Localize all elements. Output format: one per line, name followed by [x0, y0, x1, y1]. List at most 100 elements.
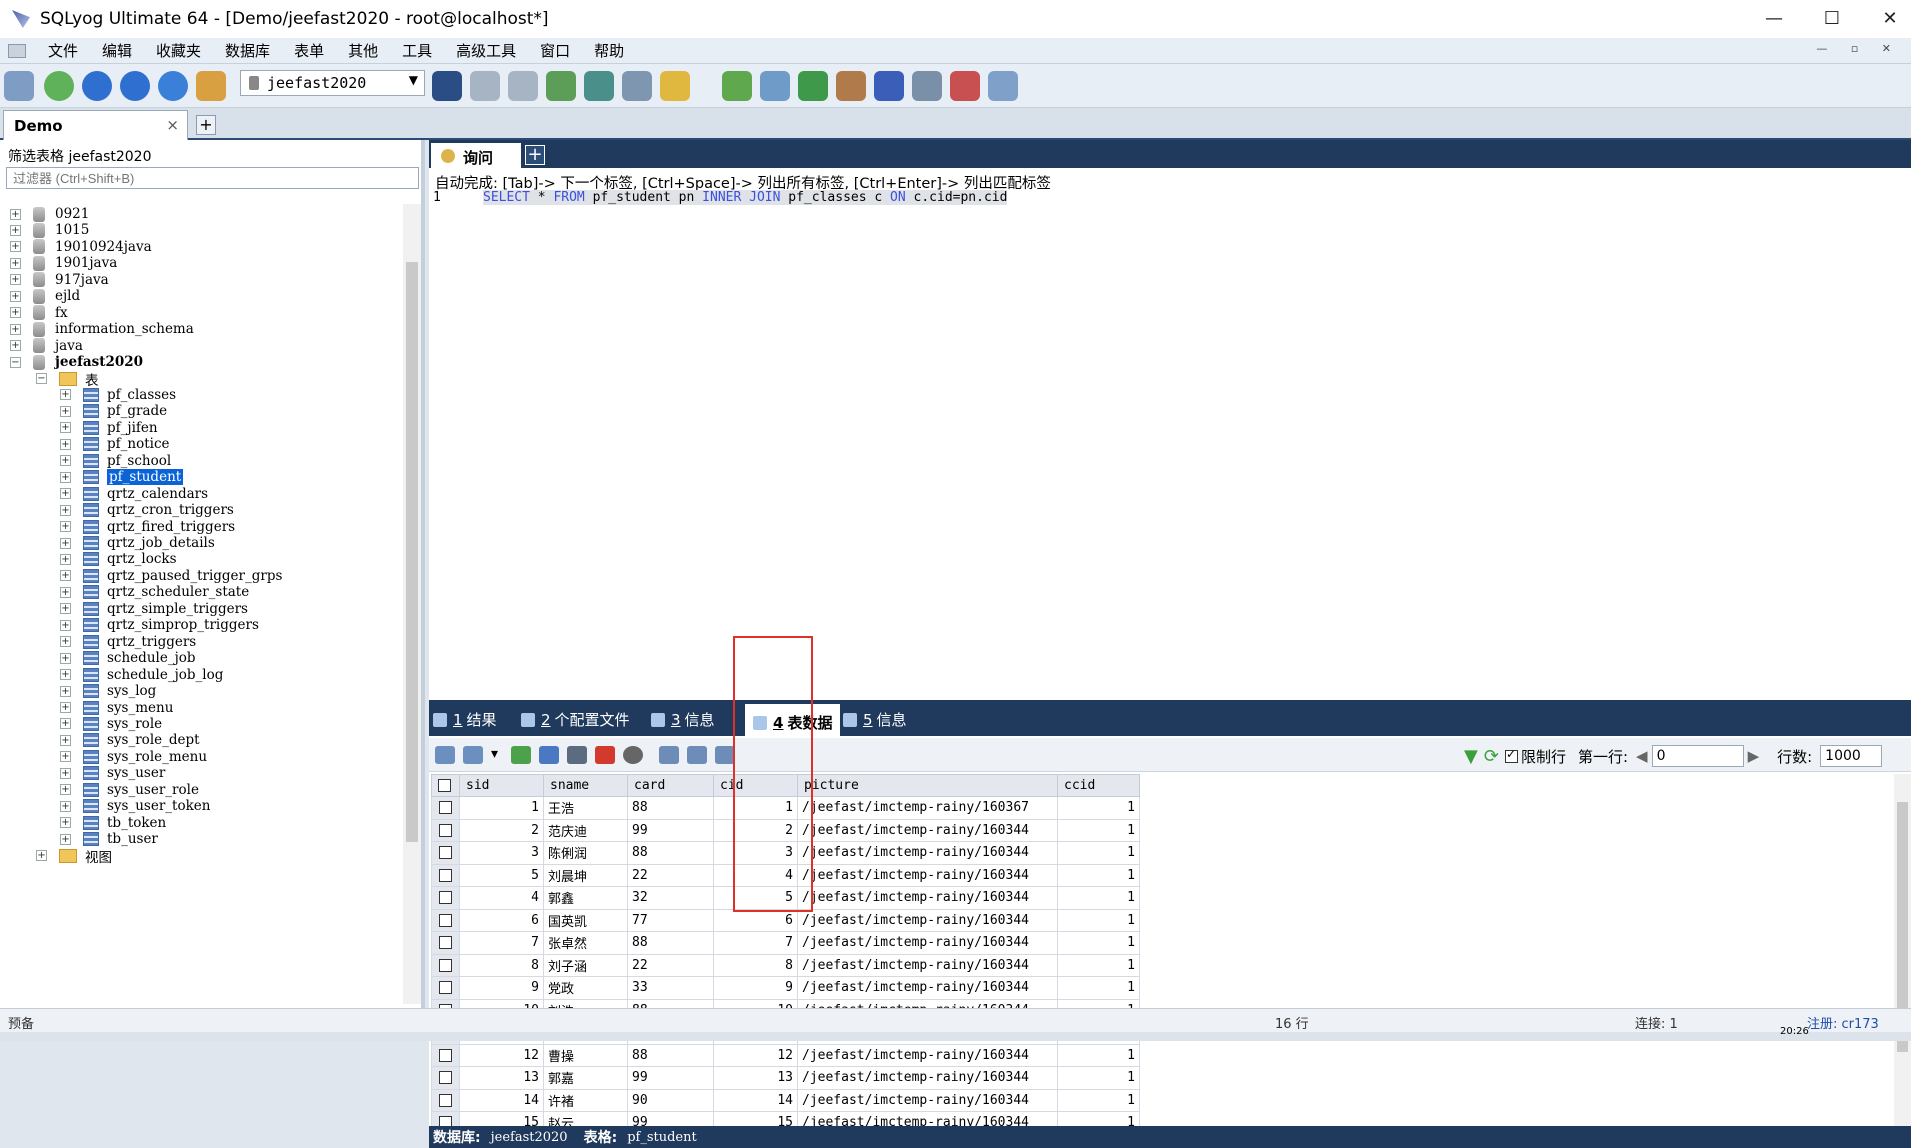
- cell-card[interactable]: 99: [627, 1066, 714, 1090]
- cell-sname[interactable]: 刘晨坤: [543, 863, 628, 887]
- create-table-icon[interactable]: [508, 71, 538, 101]
- select-all-checkbox[interactable]: [438, 779, 451, 792]
- cell-sname[interactable]: 陈俐润: [543, 841, 628, 865]
- filter-icon[interactable]: ▼: [1464, 746, 1478, 767]
- table-row[interactable]: 14 许褚 90 14/jeefast/imctemp-rainy/160344 1: [431, 1088, 1140, 1112]
- sync-icon[interactable]: [722, 71, 752, 101]
- cell-ccid[interactable]: 1: [1057, 863, 1140, 887]
- cell-sid[interactable]: 13: [459, 1066, 544, 1090]
- cell-sid[interactable]: 15: [459, 1111, 544, 1126]
- cell-picture[interactable]: /jeefast/imctemp-rainy/160344: [797, 863, 1058, 887]
- cell-picture[interactable]: /jeefast/imctemp-rainy/160344: [797, 908, 1058, 932]
- row-checkbox[interactable]: [439, 801, 452, 815]
- expand-icon[interactable]: +: [60, 800, 71, 812]
- menu-other[interactable]: 其他: [336, 40, 390, 61]
- execute-icon[interactable]: [82, 71, 112, 101]
- cell-card[interactable]: 33: [627, 976, 714, 1000]
- cell-sname[interactable]: 张卓然: [543, 931, 628, 955]
- cell-sname[interactable]: 国英凯: [543, 908, 628, 932]
- expand-icon[interactable]: +: [60, 586, 71, 598]
- refresh-icon[interactable]: ⟳: [1484, 746, 1499, 767]
- cell-sname[interactable]: 范庆迪: [543, 818, 628, 842]
- close-window-button[interactable]: ✕: [1861, 0, 1911, 38]
- expand-icon[interactable]: +: [10, 323, 21, 335]
- cell-cid[interactable]: 6: [713, 908, 798, 932]
- cell-sname[interactable]: 党政: [543, 976, 628, 1000]
- expand-icon[interactable]: +: [60, 471, 71, 483]
- result-tab-4[interactable]: 4 表数据: [745, 704, 841, 736]
- expand-icon[interactable]: +: [60, 751, 71, 763]
- connect-icon[interactable]: [4, 71, 34, 101]
- menu-database[interactable]: 数据库: [213, 40, 282, 61]
- cell-card[interactable]: 88: [627, 841, 714, 865]
- cell-sid[interactable]: 5: [459, 863, 544, 887]
- designer-icon[interactable]: [988, 71, 1018, 101]
- cell-sid[interactable]: 1: [459, 796, 544, 820]
- prev-page-icon[interactable]: ◀: [1636, 747, 1648, 765]
- cell-picture[interactable]: /jeefast/imctemp-rainy/160344: [797, 1088, 1058, 1112]
- cell-cid[interactable]: 9: [713, 976, 798, 1000]
- cell-sname[interactable]: 许褚: [543, 1088, 628, 1112]
- result-tab-3[interactable]: 3 信息: [651, 709, 715, 730]
- row-checkbox[interactable]: [439, 846, 452, 860]
- first-row-input[interactable]: [1651, 745, 1744, 767]
- cell-card[interactable]: 99: [627, 1111, 714, 1126]
- expand-icon[interactable]: +: [10, 241, 21, 253]
- mdi-window-icon[interactable]: [8, 43, 26, 58]
- cell-picture[interactable]: /jeefast/imctemp-rainy/160344: [797, 931, 1058, 955]
- expand-icon[interactable]: +: [60, 570, 71, 582]
- filter-input[interactable]: [6, 167, 419, 189]
- row-checkbox[interactable]: [439, 868, 452, 882]
- cell-picture[interactable]: /jeefast/imctemp-rainy/160344: [797, 976, 1058, 1000]
- add-connection-button[interactable]: +: [196, 115, 216, 135]
- expand-icon[interactable]: +: [60, 833, 71, 845]
- table-row[interactable]: 12 曹操 88 12/jeefast/imctemp-rainy/160344 1: [431, 1043, 1140, 1067]
- expand-icon[interactable]: +: [60, 389, 71, 401]
- minimize-button[interactable]: —: [1745, 0, 1803, 38]
- column-header-card[interactable]: card: [627, 774, 714, 797]
- cell-ccid[interactable]: 1: [1057, 908, 1140, 932]
- cell-picture[interactable]: /jeefast/imctemp-rainy/160344: [797, 1066, 1058, 1090]
- cell-card[interactable]: 88: [627, 796, 714, 820]
- stop-icon[interactable]: [196, 71, 226, 101]
- cell-picture[interactable]: /jeefast/imctemp-rainy/160344: [797, 886, 1058, 910]
- cell-cid[interactable]: 8: [713, 953, 798, 977]
- cell-picture[interactable]: /jeefast/imctemp-rainy/160344: [797, 1111, 1058, 1126]
- refresh-icon[interactable]: [158, 71, 188, 101]
- row-checkbox[interactable]: [439, 1071, 452, 1085]
- table-row[interactable]: 7 张卓然 88 7/jeefast/imctemp-rainy/160344 1: [431, 931, 1140, 955]
- menu-file[interactable]: 文件: [36, 40, 90, 61]
- cell-sname[interactable]: 郭鑫: [543, 886, 628, 910]
- insert-row-icon[interactable]: [435, 746, 455, 764]
- expand-icon[interactable]: +: [60, 438, 71, 450]
- menu-table[interactable]: 表单: [282, 40, 336, 61]
- cell-sid[interactable]: 8: [459, 953, 544, 977]
- cell-cid[interactable]: 15: [713, 1111, 798, 1126]
- cell-ccid[interactable]: 1: [1057, 841, 1140, 865]
- cell-ccid[interactable]: 1: [1057, 886, 1140, 910]
- expand-icon[interactable]: +: [10, 224, 21, 236]
- profiler-icon[interactable]: [912, 71, 942, 101]
- menu-favorites[interactable]: 收藏夹: [144, 40, 213, 61]
- cell-sid[interactable]: 9: [459, 976, 544, 1000]
- migration-icon[interactable]: [836, 71, 866, 101]
- expand-icon[interactable]: +: [60, 702, 71, 713]
- cell-card[interactable]: 22: [627, 953, 714, 977]
- cell-sname[interactable]: 王浩: [543, 796, 628, 820]
- expand-icon[interactable]: +: [60, 784, 71, 796]
- row-checkbox[interactable]: [439, 1093, 452, 1107]
- cell-sid[interactable]: 6: [459, 908, 544, 932]
- expand-icon[interactable]: +: [60, 734, 71, 746]
- table-row[interactable]: 4 郭鑫 32 5/jeefast/imctemp-rainy/160344 1: [431, 886, 1140, 910]
- row-checkbox[interactable]: [439, 823, 452, 837]
- new-query-icon[interactable]: [44, 71, 74, 101]
- cell-ccid[interactable]: 1: [1057, 976, 1140, 1000]
- cell-card[interactable]: 77: [627, 908, 714, 932]
- menu-window[interactable]: 窗口: [528, 40, 582, 61]
- expand-icon[interactable]: +: [60, 405, 71, 417]
- cell-sid[interactable]: 12: [459, 1043, 544, 1067]
- cell-cid[interactable]: 7: [713, 931, 798, 955]
- grid-scrollbar[interactable]: [1894, 774, 1911, 1126]
- menu-advanced-tools[interactable]: 高级工具: [444, 40, 528, 61]
- data-sync-icon[interactable]: [760, 71, 790, 101]
